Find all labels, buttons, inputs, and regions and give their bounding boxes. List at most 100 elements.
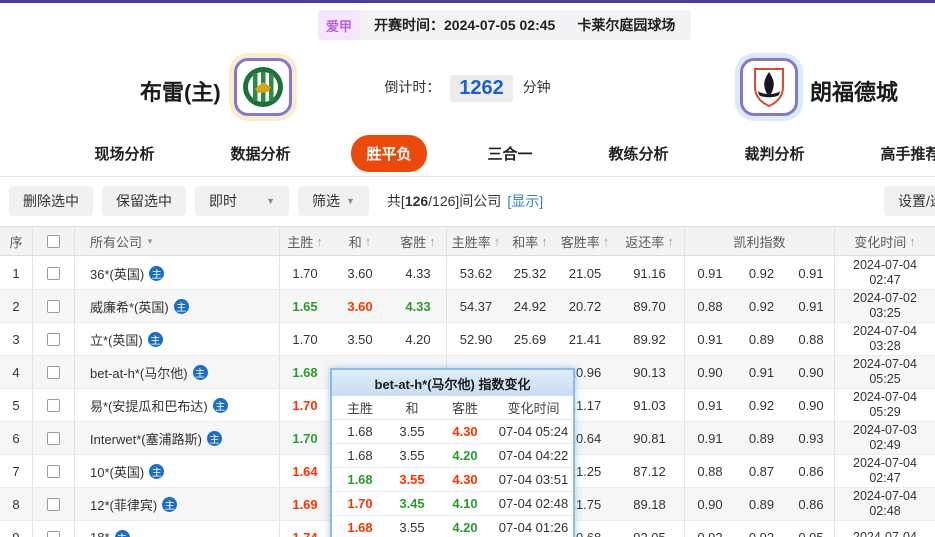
away-rate-cell: 20.72 [568,298,602,314]
filter-dropdown[interactable]: 筛选 ▼ [298,186,369,216]
header-company[interactable]: 所有公司 ▼ [75,227,280,255]
header-home-rate[interactable]: 主胜率 ↑ [447,227,505,255]
home-odds-cell: 1.70 [292,265,318,281]
draw-rate-cell: 24.92 [513,298,547,314]
show-link[interactable]: [显示] [507,191,543,211]
home-odds-cell: 1.70 [292,331,318,347]
kelly-away-cell: 0.93 [788,422,835,454]
row-checkbox[interactable] [47,530,60,537]
kelly-away-cell: 0.91 [788,257,835,289]
company-cell[interactable]: Interwet*(塞浦路斯) 主 [75,422,280,454]
delete-selected-button[interactable]: 删除选中 [9,186,93,216]
settings-button[interactable]: 设置/选 [884,186,935,216]
draw-rate-cell: 25.69 [513,331,547,347]
home-odds-cell: 1.70 [292,397,318,413]
company-cell[interactable]: bet-at-h*(马尔他) 主 [75,356,280,388]
row-checkbox[interactable] [47,299,60,313]
tab-0[interactable]: 现场分析 [79,135,169,172]
header-draw-rate[interactable]: 和率 ↑ [505,227,555,255]
home-badge-icon: 主 [173,298,189,314]
kelly-home-cell: 0.92 [697,529,723,537]
company-name: bet-at-h*(马尔他) [90,365,188,381]
row-checkbox[interactable] [47,398,60,412]
company-cell[interactable]: 立*(英国) 主 [75,323,280,355]
popup-draw-odds: 3.55 [399,448,425,463]
company-cell[interactable]: 18* 主 [75,521,280,537]
tab-6[interactable]: 高手推荐 [866,135,935,172]
kelly-draw-cell: 0.89 [748,331,775,347]
sort-up-icon: ↑ [364,233,372,249]
home-badge-icon: 主 [149,463,165,479]
select-all-checkbox[interactable] [47,234,60,248]
row-checkbox[interactable] [47,266,60,280]
row-number: 6 [0,422,33,454]
company-cell[interactable]: 10*(英国) 主 [75,455,280,487]
header-draw-odds[interactable]: 和 ↑ [330,227,390,255]
change-time-cell: 2024-07-04 02:48 [853,489,917,518]
header-kelly: 凯利指数 [685,227,835,255]
league-badge: 爱甲 [318,10,361,40]
tab-4[interactable]: 教练分析 [594,135,684,172]
row-select[interactable] [33,257,75,289]
sort-up-icon: ↑ [429,233,436,249]
header-away-rate[interactable]: 客胜率 ↑ [555,227,615,255]
row-select[interactable] [33,356,75,388]
tab-2[interactable]: 胜平负 [351,134,427,172]
row-number: 8 [0,488,33,520]
company-cell[interactable]: 12*(菲律宾) 主 [75,488,280,520]
change-time-cell: 2024-07-04 [853,529,917,537]
row-checkbox[interactable] [47,464,60,478]
company-cell[interactable]: 威廉希*(英国) 主 [75,290,280,322]
header-home-odds[interactable]: 主胜 ↑ [280,227,330,255]
venue-name: 卡莱尔庭园球场 [577,17,676,33]
draw-odds-cell: 3.60 [347,298,373,314]
caret-down-icon: ▼ [266,196,275,206]
tab-1[interactable]: 数据分析 [215,135,305,172]
popup-header: 主胜 和 客胜 变化时间 [332,396,573,420]
change-time-cell: 2024-07-04 05:25 [853,357,917,386]
row-select[interactable] [33,323,75,355]
popup-rows: 1.68 3.55 4.30 07-04 05:24 1.68 3.55 4.2… [332,420,573,537]
header-no: 序 [0,227,33,255]
kelly-away-cell: 0.90 [788,389,835,421]
away-odds-cell: 4.33 [390,290,447,322]
return-rate-cell: 89.18 [615,488,685,520]
row-number: 7 [0,455,33,487]
home-badge-icon: 主 [162,496,178,512]
header-return-rate[interactable]: 返还率 ↑ [615,227,685,255]
row-select[interactable] [33,290,75,322]
popup-title: bet-at-h*(马尔他) 指数变化 [332,370,573,396]
tab-5[interactable]: 裁判分析 [730,135,820,172]
popup-away-odds: 4.10 [452,496,478,511]
table-row: 3 立*(英国) 主 1.70 3.50 4.20 52.90 25.69 21.… [0,323,935,356]
popup-home-odds: 1.68 [347,520,373,535]
row-checkbox[interactable] [47,365,60,379]
row-select[interactable] [33,488,75,520]
company-name: 易*(安提瓜和巴布达) [90,398,208,414]
row-select[interactable] [33,422,75,454]
keep-selected-button[interactable]: 保留选中 [102,186,186,216]
row-select[interactable] [33,455,75,487]
top-accent-line [0,0,935,3]
kelly-draw-cell: 0.89 [748,496,775,512]
kelly-draw-cell: 0.92 [748,265,775,281]
company-cell[interactable]: 易*(安提瓜和巴布达) 主 [75,389,280,421]
popup-draw-odds: 3.45 [399,496,425,511]
kelly-away-cell: 0.86 [788,455,835,487]
company-cell[interactable]: 36*(英国) 主 [75,257,280,289]
row-checkbox[interactable] [47,431,60,445]
tab-3[interactable]: 三合一 [473,135,548,172]
row-checkbox[interactable] [47,497,60,511]
row-checkbox[interactable] [47,332,60,346]
popup-draw-odds: 3.55 [399,472,425,487]
header-change-time[interactable]: 变化时间 ↑ [835,227,935,255]
row-number: 9 [0,521,33,537]
table-row: 1 36*(英国) 主 1.70 3.60 4.33 53.62 25.32 21… [0,257,935,290]
instant-dropdown[interactable]: 即时 ▼ [195,186,289,216]
popup-row: 1.70 3.45 4.10 07-04 02:48 [332,492,573,516]
row-select[interactable] [33,521,75,537]
return-rate-cell: 91.03 [615,389,685,421]
row-select[interactable] [33,389,75,421]
header-select-all[interactable] [33,227,75,255]
header-away-odds[interactable]: 客胜 ↑ [390,227,447,255]
